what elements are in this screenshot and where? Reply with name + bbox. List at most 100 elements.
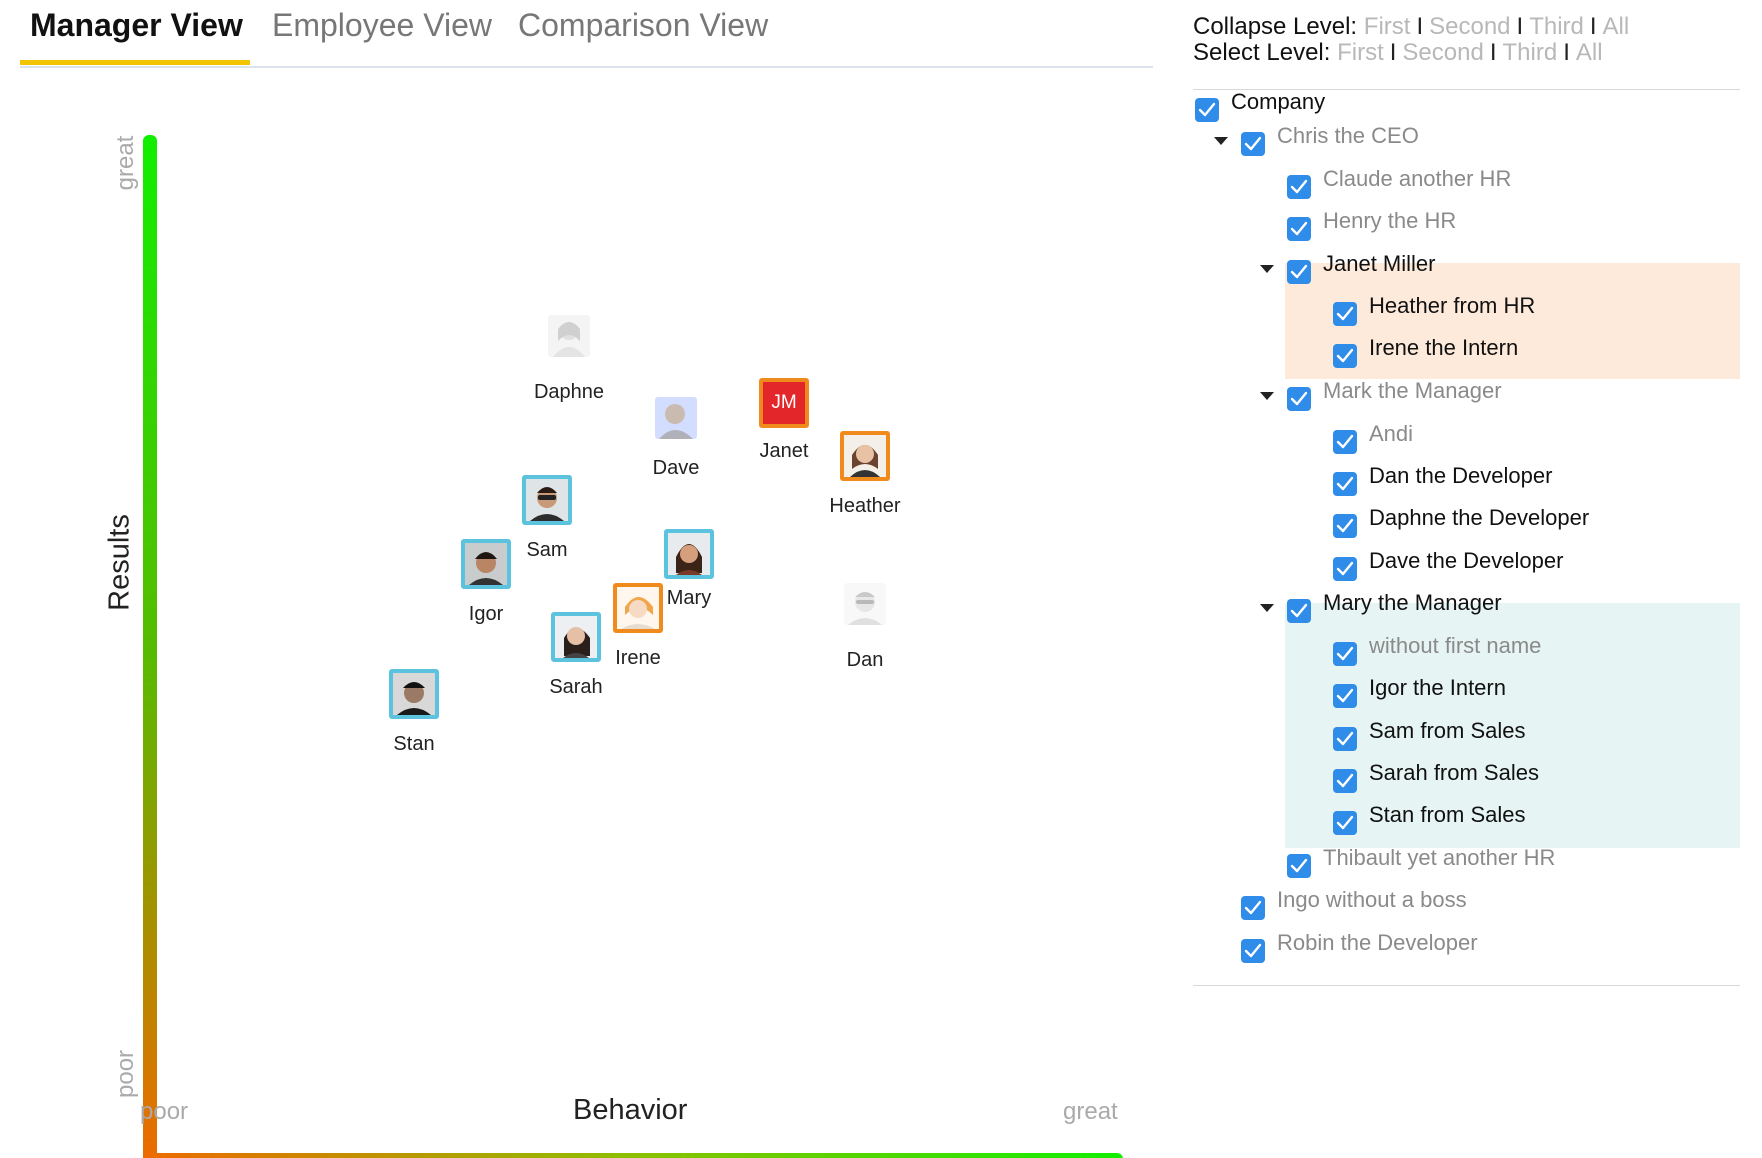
checkbox[interactable] <box>1287 217 1311 241</box>
checkbox[interactable] <box>1333 302 1357 326</box>
avatar <box>840 431 890 481</box>
tree-row: Thibault yet another HR <box>1193 844 1740 886</box>
tree-row: Heather from HR <box>1193 292 1740 334</box>
person-marker-daphne[interactable]: Daphne <box>499 315 639 404</box>
tab-comparison-view[interactable]: Comparison View <box>518 5 768 45</box>
avatar <box>548 315 590 357</box>
checkbox[interactable] <box>1333 811 1357 835</box>
avatar <box>655 397 697 439</box>
tree-node-label: Mary the Manager <box>1323 590 1502 615</box>
expand-caret-icon[interactable] <box>1214 137 1228 145</box>
collapse-third[interactable]: Third <box>1529 13 1584 40</box>
tab-employee-view[interactable]: Employee View <box>272 5 492 45</box>
person-marker-heather[interactable]: Heather <box>795 431 935 518</box>
tree-node-label: Irene the Intern <box>1369 335 1519 360</box>
separator: I <box>1389 39 1397 66</box>
checkbox[interactable] <box>1287 260 1311 284</box>
tree-row: Claude another HR <box>1193 165 1740 207</box>
person-name: Dan <box>846 649 884 671</box>
checkbox[interactable] <box>1333 684 1357 708</box>
performance-matrix: great poor Results poor Behavior great D… <box>0 70 1150 1158</box>
collapse-all[interactable]: All <box>1603 13 1630 40</box>
x-axis-bar <box>143 1153 1123 1158</box>
tree-node-label: Robin the Developer <box>1277 930 1478 955</box>
tab-manager-view[interactable]: Manager View <box>30 5 243 45</box>
select-first[interactable]: First <box>1337 39 1384 66</box>
checkbox[interactable] <box>1241 132 1265 156</box>
expand-caret-icon[interactable] <box>1260 265 1274 273</box>
tree-row: Stan from Sales <box>1193 801 1740 843</box>
tree-row: Ingo without a boss <box>1193 886 1740 928</box>
checkbox[interactable] <box>1287 175 1311 199</box>
checkbox[interactable] <box>1287 599 1311 623</box>
y-axis-title: Results <box>103 514 136 611</box>
checkbox[interactable] <box>1195 98 1219 122</box>
select-all[interactable]: All <box>1576 39 1603 66</box>
collapse-second[interactable]: Second <box>1429 13 1510 40</box>
collapse-level-row: Collapse Level: First I Second I Third I All <box>1193 14 1629 40</box>
checkbox[interactable] <box>1333 642 1357 666</box>
divider <box>1193 985 1740 986</box>
x-axis-high-label: great <box>1063 1098 1118 1125</box>
avatar <box>551 612 601 662</box>
tree-node-label: Ingo without a boss <box>1277 887 1467 912</box>
expand-caret-icon[interactable] <box>1260 604 1274 612</box>
person-name: Stan <box>393 733 435 755</box>
tree-node-label: Stan from Sales <box>1369 802 1526 827</box>
tree-row: Sam from Sales <box>1193 717 1740 759</box>
person-marker-dan[interactable]: Dan <box>795 583 935 672</box>
checkbox[interactable] <box>1287 387 1311 411</box>
checkbox[interactable] <box>1333 727 1357 751</box>
tree-row: Chris the CEO <box>1193 122 1740 164</box>
avatar <box>844 583 886 625</box>
collapse-level-label: Collapse Level: <box>1193 13 1358 40</box>
tree-node-label: Heather from HR <box>1369 293 1536 318</box>
tree-node-label: Chris the CEO <box>1277 123 1419 148</box>
x-axis-title: Behavior <box>573 1094 688 1126</box>
avatar <box>664 529 714 579</box>
tree-node-label: Sam from Sales <box>1369 718 1526 743</box>
tree-row: Dan the Developer <box>1193 462 1740 504</box>
checkbox[interactable] <box>1333 557 1357 581</box>
x-axis-low-label: poor <box>140 1098 189 1125</box>
tree-row: Janet Miller <box>1193 250 1740 292</box>
avatar <box>389 669 439 719</box>
checkbox[interactable] <box>1333 514 1357 538</box>
separator: I <box>1563 39 1570 66</box>
separator: I <box>1589 13 1597 40</box>
tree-node-label: Igor the Intern <box>1369 675 1506 700</box>
person-marker-stan[interactable]: Stan <box>344 669 484 756</box>
tree-row: Henry the HR <box>1193 207 1740 249</box>
checkbox[interactable] <box>1287 854 1311 878</box>
avatar-initials: JM <box>759 378 809 428</box>
tree-row: without first name <box>1193 632 1740 674</box>
y-axis-low-label: poor <box>112 1049 139 1098</box>
tree-node-label: Sarah from Sales <box>1369 760 1539 785</box>
separator: I <box>1416 13 1424 40</box>
tree-row: Mary the Manager <box>1193 589 1740 631</box>
tree-row: Igor the Intern <box>1193 674 1740 716</box>
checkbox[interactable] <box>1333 430 1357 454</box>
tree-row: Andi <box>1193 420 1740 462</box>
checkbox[interactable] <box>1241 939 1265 963</box>
select-level-label: Select Level: <box>1193 39 1331 66</box>
checkbox[interactable] <box>1333 344 1357 368</box>
tree-row: Daphne the Developer <box>1193 504 1740 546</box>
tree-node-label: Company <box>1231 89 1326 114</box>
checkbox[interactable] <box>1241 896 1265 920</box>
select-level-row: Select Level: First I Second I Third I All <box>1193 40 1603 66</box>
select-second[interactable]: Second <box>1402 39 1483 66</box>
tree-node-label: Daphne the Developer <box>1369 505 1590 530</box>
tree-node-label: Claude another HR <box>1323 166 1512 191</box>
tree-row: Dave the Developer <box>1193 547 1740 589</box>
expand-caret-icon[interactable] <box>1260 392 1274 400</box>
checkbox[interactable] <box>1333 472 1357 496</box>
tree-node-label: Mark the Manager <box>1323 378 1502 403</box>
tree-node-label: Janet Miller <box>1323 251 1436 276</box>
checkbox[interactable] <box>1333 769 1357 793</box>
person-marker-sarah[interactable]: Sarah <box>506 612 646 699</box>
separator: I <box>1516 13 1524 40</box>
collapse-first[interactable]: First <box>1364 13 1411 40</box>
select-third[interactable]: Third <box>1503 39 1558 66</box>
tree-node-label: Dave the Developer <box>1369 548 1564 573</box>
